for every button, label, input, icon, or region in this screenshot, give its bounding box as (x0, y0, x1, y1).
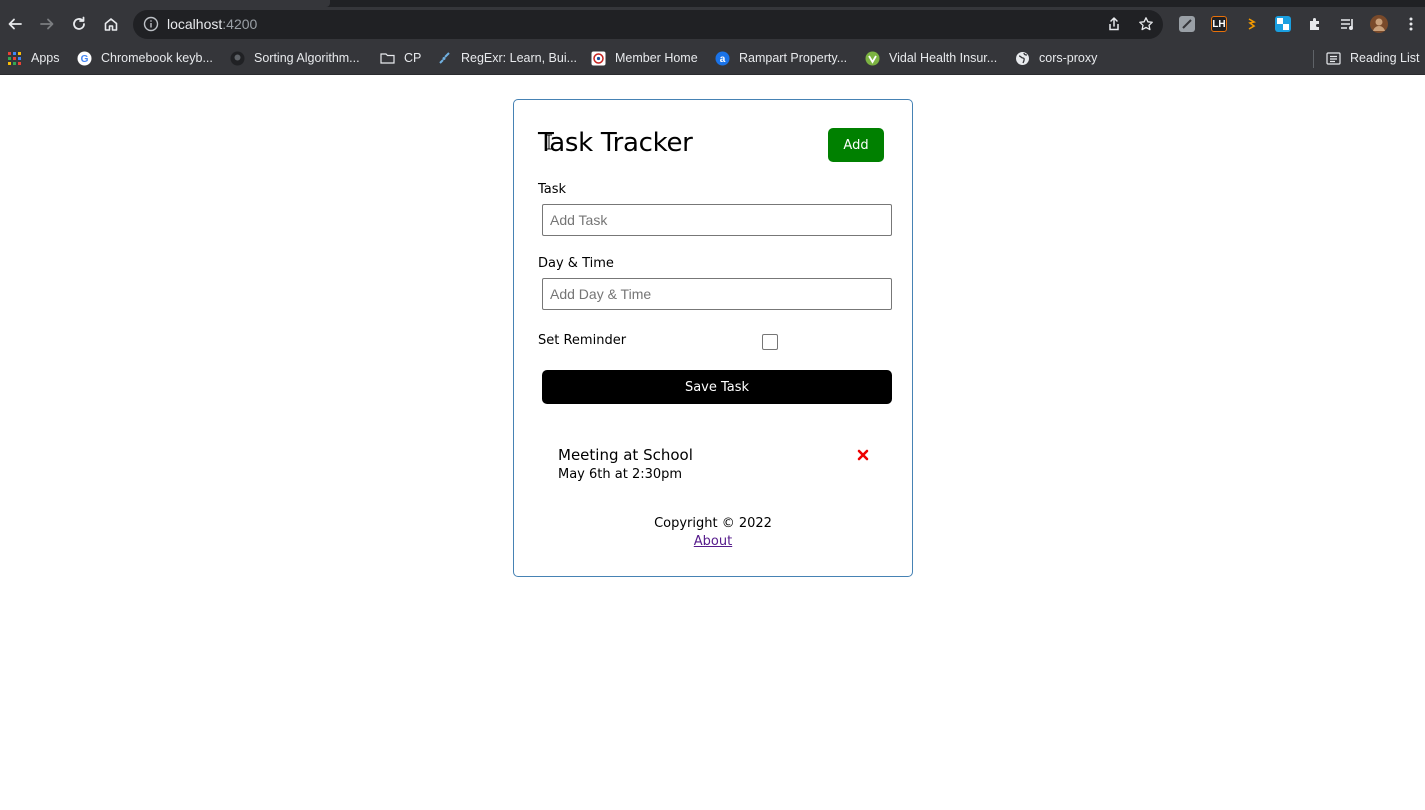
day-time-label: Day & Time (538, 256, 614, 271)
reminder-label: Set Reminder (538, 333, 627, 348)
bookmark-star-icon[interactable] (1138, 16, 1155, 33)
day-time-input-placeholder: Add Day & Time (550, 286, 652, 302)
bookmark-label: RegExr: Learn, Bui... (461, 51, 578, 65)
back-arrow-icon[interactable] (4, 13, 26, 35)
extension-lightning-icon[interactable] (1243, 16, 1259, 32)
about-link-wrapper: About (514, 534, 912, 549)
url-text: localhost:4200 (167, 16, 257, 32)
delete-x-icon[interactable] (856, 447, 870, 461)
about-link[interactable]: About (694, 534, 732, 549)
bookmarks-bar: Apps G Chromebook keyb... Sorting Algori… (0, 42, 1425, 75)
google-icon: G (77, 51, 92, 66)
bookmark-vidal[interactable]: Vidal Health Insur... (865, 49, 997, 67)
extensions-puzzle-icon[interactable] (1307, 16, 1323, 32)
svg-text:G: G (81, 54, 89, 65)
bookmark-cp-folder[interactable]: CP (380, 49, 421, 67)
address-bar[interactable]: localhost:4200 (133, 10, 1163, 39)
profile-avatar[interactable] (1370, 15, 1388, 33)
bookmark-label: Vidal Health Insur... (889, 51, 998, 65)
extension-dark-reader-icon[interactable] (1179, 16, 1195, 32)
reminder-checkbox[interactable] (762, 334, 778, 350)
extension-window-icon[interactable] (1275, 16, 1291, 32)
bookmark-label: Rampart Property... (739, 51, 848, 65)
bookmark-label: Sorting Algorithm... (254, 51, 360, 65)
bookmarks-divider (1313, 50, 1314, 68)
task-day: May 6th at 2:30pm (558, 467, 683, 482)
reading-list-button[interactable]: Reading List (1326, 49, 1420, 67)
bookmark-label: CP (404, 51, 422, 65)
tab-strip (0, 0, 1425, 7)
member-icon (591, 51, 606, 66)
forward-arrow-icon[interactable] (36, 13, 58, 35)
page-title: Task Tracker (538, 128, 693, 158)
bookmark-label: cors-proxy (1039, 51, 1098, 65)
reading-list-icon (1326, 51, 1341, 66)
svg-text:a: a (720, 54, 726, 65)
task-item[interactable]: Meeting at School May 6th at 2:30pm (542, 438, 892, 494)
task-input-placeholder: Add Task (550, 212, 608, 228)
task-label: Task (538, 182, 567, 197)
bookmark-chromebook[interactable]: G Chromebook keyb... (77, 49, 213, 67)
github-icon (230, 51, 245, 66)
folder-icon (380, 51, 395, 66)
home-icon[interactable] (100, 13, 122, 35)
bookmark-label: Chromebook keyb... (101, 51, 213, 65)
rampart-icon: a (715, 51, 730, 66)
day-time-input[interactable]: Add Day & Time (542, 278, 892, 310)
save-task-button[interactable]: Save Task (542, 370, 892, 404)
ext-lh-label: LH (1212, 18, 1226, 30)
media-controls-icon[interactable] (1339, 16, 1355, 32)
bookmark-member-home[interactable]: Member Home (591, 49, 698, 67)
bookmark-label: Member Home (615, 51, 698, 65)
vidal-icon (865, 51, 880, 66)
reload-icon[interactable] (68, 13, 90, 35)
add-button[interactable]: Add (828, 128, 884, 162)
bookmark-sorting[interactable]: Sorting Algorithm... (230, 49, 360, 67)
reading-list-label: Reading List (1350, 51, 1420, 65)
bookmark-cors-proxy[interactable]: cors-proxy (1015, 49, 1097, 67)
url-host: localhost (167, 16, 223, 32)
extension-lighthouse-icon[interactable]: LH (1211, 16, 1227, 32)
more-menu-icon[interactable] (1403, 16, 1419, 32)
bookmark-regexr[interactable]: RegExr: Learn, Bui... (437, 49, 577, 67)
browser-toolbar: localhost:4200 LH (0, 7, 1425, 42)
bookmark-rampart[interactable]: a Rampart Property... (715, 49, 847, 67)
regexr-icon (437, 51, 452, 66)
share-icon[interactable] (1106, 16, 1123, 33)
bookmark-label: Apps (31, 51, 60, 65)
site-info-icon[interactable] (143, 16, 159, 32)
task-title: Meeting at School (558, 446, 693, 464)
task-input[interactable]: Add Task (542, 204, 892, 236)
active-tab[interactable] (0, 0, 330, 7)
text-cursor-icon (545, 134, 553, 150)
copyright-text: Copyright © 2022 (654, 516, 772, 531)
apps-grid-icon (7, 51, 22, 66)
url-port: :4200 (222, 16, 258, 32)
task-tracker-container: Task Tracker Add Task Add Task Day & Tim… (513, 99, 913, 577)
globe-icon (1015, 51, 1030, 66)
bookmark-apps[interactable]: Apps (7, 49, 60, 67)
